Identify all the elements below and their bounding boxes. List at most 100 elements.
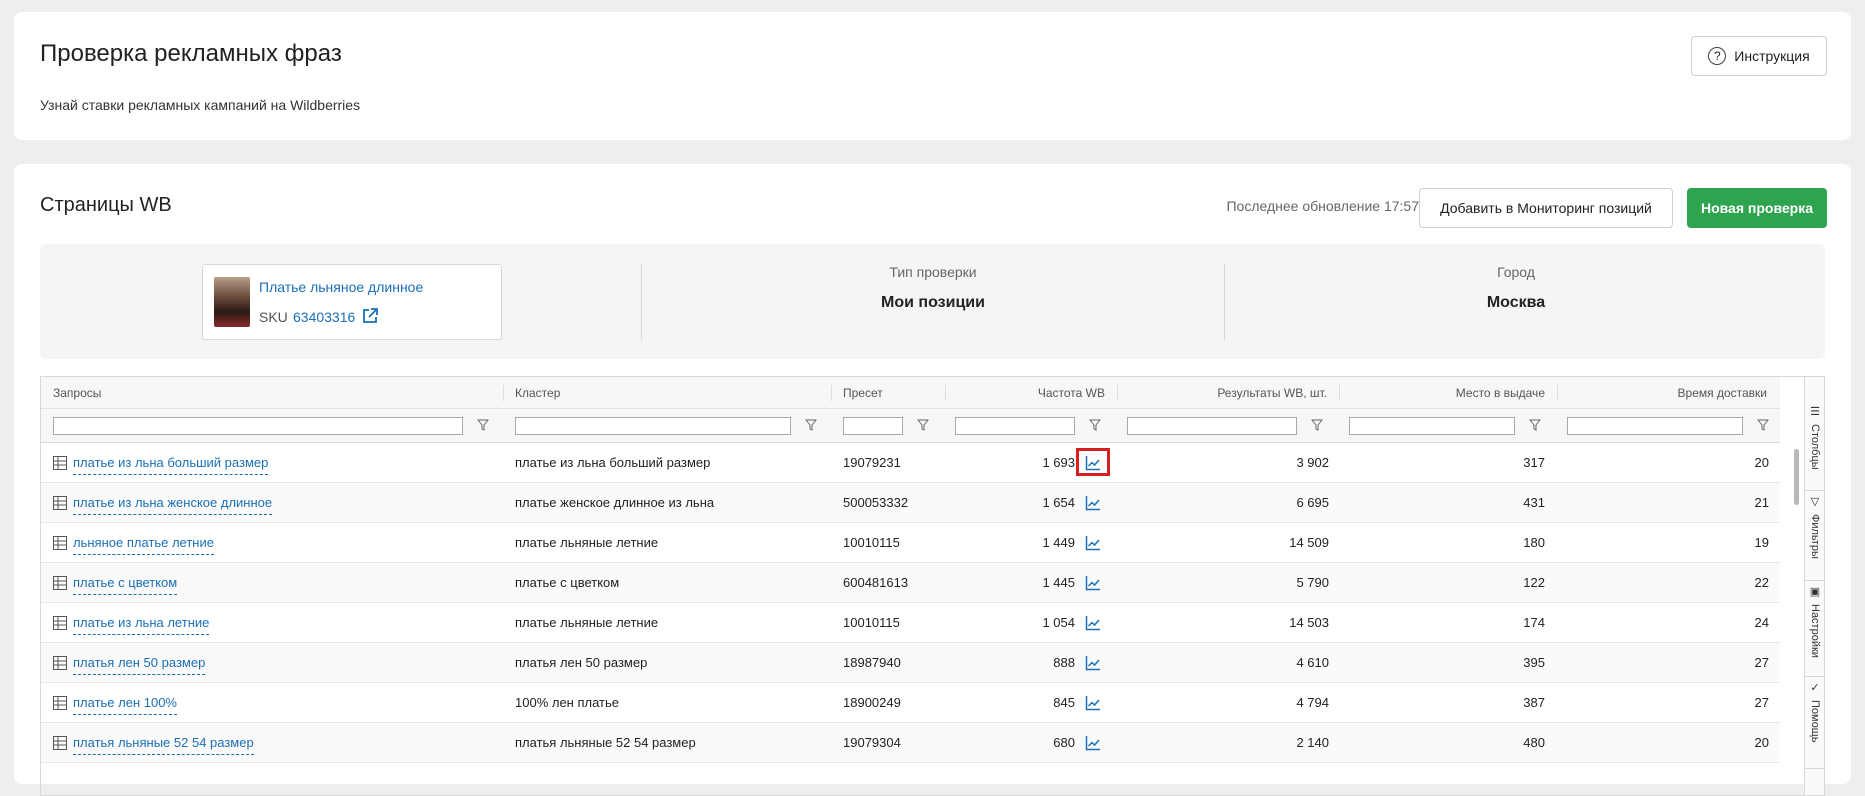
filter-input-results[interactable] <box>1127 417 1297 435</box>
new-check-button[interactable]: Новая проверка <box>1687 188 1827 228</box>
filter-icon[interactable] <box>1089 419 1101 431</box>
external-link-icon[interactable] <box>361 307 379 325</box>
col-header-cluster[interactable]: Кластер <box>503 377 572 409</box>
frequency-cell: 1 654 <box>1042 495 1075 510</box>
side-tab-filters[interactable]: ▽ Фильтры <box>1805 491 1825 581</box>
table-grid-icon[interactable] <box>53 736 67 750</box>
col-header-results[interactable]: Результаты WB, шт. <box>1117 377 1339 409</box>
table-grid-icon[interactable] <box>53 616 67 630</box>
table-row[interactable]: платья льняные 52 54 размер платья льняны… <box>41 723 1780 763</box>
product-name-link[interactable]: Платье льняное длинное <box>259 279 423 295</box>
city-label: Город <box>1497 264 1535 280</box>
cluster-cell: платье из льна больший размер <box>515 455 711 470</box>
highlight-box <box>1076 448 1110 476</box>
instruction-label: Инструкция <box>1734 48 1810 64</box>
table-grid-icon[interactable] <box>53 576 67 590</box>
filter-input-queries[interactable] <box>53 417 463 435</box>
delivery-cell: 20 <box>1754 455 1769 470</box>
query-link[interactable]: платья лен 50 размер <box>73 651 206 675</box>
last-update-text: Последнее обновление 17:57 <box>1226 198 1419 214</box>
results-cell: 6 695 <box>1296 495 1329 510</box>
preset-cell: 19079304 <box>843 735 901 750</box>
filter-input-place[interactable] <box>1349 417 1515 435</box>
side-tab-help[interactable]: ✓ Помощь <box>1805 677 1825 769</box>
cluster-cell: платье с цветком <box>515 575 620 590</box>
table-row[interactable]: платье с цветком платье с цветком 60048161… <box>41 563 1780 603</box>
table-grid-icon[interactable] <box>53 656 67 670</box>
query-link[interactable]: платье лен 100% <box>73 691 177 715</box>
table-row[interactable]: платья лен 50 размер платья лен 50 размер… <box>41 643 1780 683</box>
line-chart-icon[interactable] <box>1085 495 1101 511</box>
table-grid-icon[interactable] <box>53 696 67 710</box>
col-header-queries[interactable]: Запросы <box>41 377 113 409</box>
line-chart-icon[interactable] <box>1085 575 1101 591</box>
col-header-preset[interactable]: Пресет <box>831 377 895 409</box>
add-to-monitoring-button[interactable]: Добавить в Мониторинг позиций <box>1419 188 1673 228</box>
filter-icon[interactable] <box>1529 419 1541 431</box>
city-value: Москва <box>1486 294 1546 311</box>
table-filter-row <box>41 409 1780 443</box>
line-chart-icon[interactable] <box>1085 655 1101 671</box>
table-grid-icon[interactable] <box>53 456 67 470</box>
preset-cell: 10010115 <box>843 535 900 550</box>
filter-icon[interactable] <box>1311 419 1323 431</box>
table-row[interactable]: платье лен 100% 100% лен платье 18900249 84… <box>41 683 1780 723</box>
preset-cell: 19079231 <box>843 455 901 470</box>
sku-link[interactable]: 63403316 <box>293 309 355 325</box>
place-cell: 317 <box>1523 455 1545 470</box>
sku-label: SKU <box>259 309 288 325</box>
line-chart-icon[interactable] <box>1085 535 1101 551</box>
filter-input-delivery[interactable] <box>1567 417 1743 435</box>
filter-icon[interactable] <box>1757 419 1769 431</box>
place-cell: 122 <box>1523 575 1545 590</box>
filter-icon[interactable] <box>477 419 489 431</box>
check-type-value: Мои позиции <box>881 294 985 311</box>
filter-input-frequency[interactable] <box>955 417 1075 435</box>
table-grid-icon[interactable] <box>53 496 67 510</box>
filter-input-preset[interactable] <box>843 417 903 435</box>
scrollbar-thumb[interactable] <box>1794 449 1799 505</box>
line-chart-icon[interactable] <box>1085 695 1101 711</box>
cluster-cell: платье льняные летние <box>515 535 659 550</box>
page-subtitle: Узнай ставки рекламных кампаний на Wildb… <box>40 97 361 113</box>
frequency-cell: 888 <box>1053 655 1075 670</box>
table-body: платье из льна больший размер платье из л… <box>41 443 1780 763</box>
delivery-cell: 24 <box>1754 615 1769 630</box>
line-chart-icon[interactable] <box>1085 735 1101 751</box>
filter-input-cluster[interactable] <box>515 417 791 435</box>
filter-icon[interactable] <box>805 419 817 431</box>
query-link[interactable]: платье из льна женское длинное <box>73 491 273 515</box>
filter-icon[interactable] <box>917 419 929 431</box>
table-row[interactable]: платье из льна летние платье льняные летн… <box>41 603 1780 643</box>
results-cell: 4 610 <box>1296 655 1329 670</box>
query-link[interactable]: льняное платье летние <box>73 531 214 555</box>
line-chart-icon[interactable] <box>1085 615 1101 631</box>
col-header-frequency[interactable]: Частота WB <box>945 377 1117 409</box>
results-cell: 5 790 <box>1296 575 1329 590</box>
frequency-cell: 1 054 <box>1042 615 1075 630</box>
results-cell: 14 503 <box>1289 615 1329 630</box>
table-row[interactable]: льняное платье летние платье льняные летн… <box>41 523 1780 563</box>
query-link[interactable]: платья льняные 52 54 размер <box>73 731 254 755</box>
delivery-cell: 27 <box>1754 695 1769 710</box>
col-header-place[interactable]: Место в выдаче <box>1339 377 1557 409</box>
check-type-label: Тип проверки <box>889 264 977 280</box>
table-row[interactable]: платье из льна женское длинное платье жен… <box>41 483 1780 523</box>
delivery-cell: 20 <box>1754 735 1769 750</box>
query-link[interactable]: платье из льна больший размер <box>73 451 269 475</box>
preset-cell: 10010115 <box>843 615 900 630</box>
query-link[interactable]: платье с цветком <box>73 571 178 595</box>
table-row[interactable]: платье из льна больший размер платье из л… <box>41 443 1780 483</box>
header-card: Проверка рекламных фраз Узнай ставки рек… <box>14 12 1851 140</box>
query-link[interactable]: платье из льна летние <box>73 611 210 635</box>
check-type-block: Тип проверки Мои позиции <box>642 264 1224 312</box>
side-tab-columns[interactable]: ☰ Столбцы <box>1805 401 1825 491</box>
place-cell: 431 <box>1523 495 1545 510</box>
section-title: Страницы WB <box>40 194 172 216</box>
instruction-button[interactable]: ? Инструкция <box>1691 36 1827 76</box>
col-header-delivery[interactable]: Время доставки <box>1557 377 1779 409</box>
table-grid-icon[interactable] <box>53 536 67 550</box>
side-tab-settings[interactable]: ▣ Настройки <box>1805 581 1825 677</box>
cluster-cell: платья льняные 52 54 размер <box>515 735 696 750</box>
check-info-panel: Платье льняное длинное SKU 63403316 Тип … <box>40 244 1825 359</box>
